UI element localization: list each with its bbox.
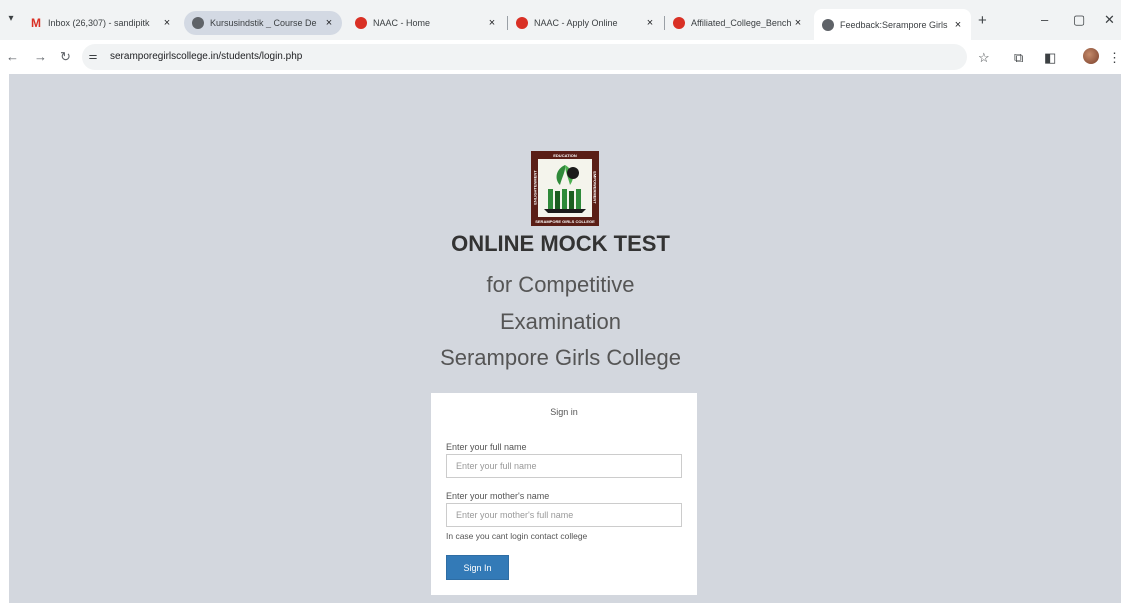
tab-close-icon[interactable]: × (791, 17, 805, 29)
new-tab-button[interactable]: + (978, 13, 987, 28)
logo-left-text: ENLIGHTENMENT (532, 170, 538, 205)
sign-in-card: Sign in Enter your full name Enter your … (431, 393, 697, 595)
menu-kebab-icon[interactable]: ⋮ (1108, 51, 1121, 65)
tab-affiliated-college[interactable]: Affiliated_College_Benchm × (665, 11, 811, 35)
window-close-icon[interactable]: ✕ (1104, 13, 1115, 27)
tab-feedback-active[interactable]: Feedback:Serampore Girls × (814, 9, 971, 40)
globe-icon (822, 18, 834, 31)
browser-toolbar: ← → ↻ ⚌ seramporegirlscollege.in/student… (0, 40, 1121, 74)
tab-title: Kursusindstik _ Course De (210, 18, 317, 28)
tab-search-chevron-icon[interactable]: ▾ (4, 12, 18, 26)
naac-icon (355, 17, 367, 29)
tab-title: NAAC - Home (373, 18, 431, 28)
restore-icon[interactable]: ▢ (1073, 13, 1085, 27)
reload-icon[interactable]: ↻ (60, 49, 71, 65)
address-url[interactable]: seramporegirlscollege.in/students/login.… (110, 50, 302, 64)
tab-title: NAAC - Apply Online (534, 18, 618, 28)
college-name: Serampore Girls College (440, 345, 681, 370)
site-settings-icon[interactable]: ⚌ (86, 50, 100, 64)
college-logo: EDUCATION SERAMPORE GIRLS COLLEGE ENLIGH… (531, 151, 599, 226)
logo-right-text: EMPOWERMENT (592, 171, 598, 204)
tab-naac-home[interactable]: NAAC - Home × (347, 11, 505, 35)
tab-naac-apply[interactable]: NAAC - Apply Online × (508, 11, 663, 35)
address-bar[interactable]: ⚌ seramporegirlscollege.in/students/logi… (82, 44, 967, 70)
mother-name-input[interactable] (446, 503, 682, 527)
extensions-puzzle-icon[interactable]: ⧉ (1014, 51, 1023, 65)
tab-gmail-inbox[interactable]: M Inbox (26,307) - sandipitk × (22, 11, 180, 35)
naac-icon (516, 17, 528, 29)
logo-book-leaf-icon (544, 165, 586, 213)
logo-top-text: EDUCATION (553, 153, 577, 158)
tab-title: Affiliated_College_Benchm (691, 18, 791, 28)
gmail-icon: M (31, 16, 41, 30)
tab-close-icon[interactable]: × (160, 17, 174, 29)
page-title: ONLINE MOCK TEST (451, 231, 670, 256)
logo-bottom-text: SERAMPORE GIRLS COLLEGE (535, 219, 595, 224)
full-name-label: Enter your full name (446, 442, 527, 452)
browser-tab-strip: ▾ M Inbox (26,307) - sandipitk × Kursusi… (0, 0, 1121, 40)
tab-close-icon[interactable]: × (485, 17, 499, 29)
profile-avatar[interactable] (1083, 48, 1099, 64)
sign-in-button[interactable]: Sign In (446, 555, 509, 580)
side-panel-icon[interactable]: ◧ (1044, 51, 1056, 65)
full-name-input[interactable] (446, 454, 682, 478)
logo-emblem (538, 159, 592, 217)
forward-arrow-icon[interactable]: → (34, 49, 47, 65)
minimize-icon[interactable]: – (1041, 13, 1048, 27)
tab-course[interactable]: Kursusindstik _ Course De × (184, 11, 342, 35)
login-help-text: In case you cant login contact college (446, 531, 588, 541)
mother-name-label: Enter your mother's name (446, 491, 550, 501)
tab-close-icon[interactable]: × (643, 17, 657, 29)
subtitle-line-2: Examination (499, 309, 622, 334)
tab-title: Inbox (26,307) - sandipitk (48, 18, 150, 28)
tab-title: Feedback:Serampore Girls (840, 19, 948, 30)
bookmark-star-icon[interactable]: ☆ (978, 51, 990, 65)
naac-icon (673, 17, 685, 29)
back-arrow-icon[interactable]: ← (6, 49, 19, 65)
globe-icon (192, 17, 204, 29)
sign-in-title: Sign in (550, 407, 578, 417)
tab-close-icon[interactable]: × (322, 17, 336, 29)
subtitle-line-1: for Competitive (486, 272, 635, 297)
tab-close-icon[interactable]: × (951, 19, 965, 31)
